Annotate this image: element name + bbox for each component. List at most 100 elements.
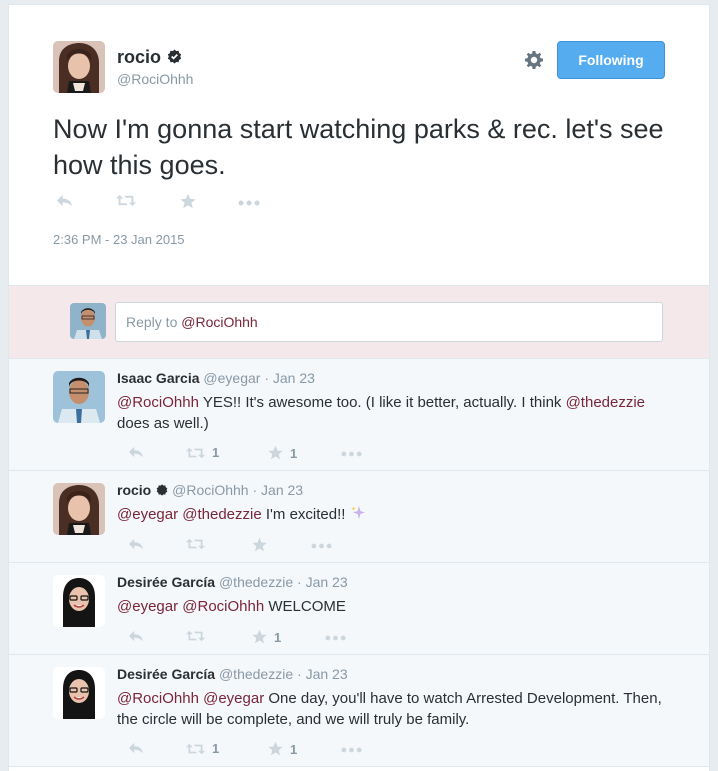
reply-text: @eyegar @thedezzie I'm excited!! bbox=[117, 504, 672, 525]
gear-icon[interactable] bbox=[524, 50, 544, 70]
favorite-action[interactable]: 1 bbox=[267, 445, 297, 461]
more-action[interactable] bbox=[341, 451, 362, 457]
retweet-icon bbox=[115, 193, 137, 208]
separator-dot: · bbox=[293, 574, 306, 590]
retweet-icon bbox=[185, 537, 206, 551]
retweet-icon bbox=[185, 629, 206, 643]
more-action[interactable] bbox=[325, 635, 346, 641]
more-icon bbox=[341, 747, 362, 753]
mention-link[interactable]: @eyegar bbox=[117, 506, 178, 523]
reply-action[interactable] bbox=[127, 629, 145, 643]
mention-link[interactable]: @thedezzie bbox=[566, 394, 645, 411]
separator-dot: · bbox=[248, 482, 262, 498]
retweet-action[interactable]: 1 bbox=[185, 445, 219, 460]
reply-mention: @RociOhhh bbox=[181, 314, 258, 330]
reply-icon bbox=[127, 629, 145, 643]
mention-link[interactable]: @RociOhhh bbox=[117, 394, 199, 411]
retweet-action[interactable]: 1 bbox=[185, 741, 219, 756]
mention-link[interactable]: @thedezzie bbox=[182, 506, 261, 523]
author-handle[interactable]: @RociOhhh bbox=[117, 71, 193, 87]
author-name-text[interactable]: rocio bbox=[117, 47, 161, 67]
reply-text: @RociOhhh @eyegar One day, you'll have t… bbox=[117, 688, 672, 730]
reply-avatar[interactable] bbox=[53, 667, 105, 719]
reply-header: Desirée García @thedezzie · Jan 23 bbox=[117, 574, 348, 590]
reply-avatar[interactable] bbox=[53, 483, 105, 535]
reply-action[interactable] bbox=[127, 537, 145, 551]
favorite-action[interactable] bbox=[251, 537, 268, 553]
reply-author-name[interactable]: Desirée García bbox=[117, 574, 215, 590]
mention-link[interactable]: @eyegar bbox=[117, 598, 178, 615]
reply-text: @eyegar @RociOhhh WELCOME bbox=[117, 596, 672, 617]
verified-badge-icon bbox=[167, 49, 182, 64]
reply-icon bbox=[55, 193, 74, 208]
favorite-action[interactable] bbox=[179, 193, 197, 210]
tweet-timestamp[interactable]: 2:36 PM - 23 Jan 2015 bbox=[53, 232, 185, 247]
reply-composer: Reply to @RociOhhh bbox=[9, 285, 709, 359]
reply-action[interactable] bbox=[127, 741, 145, 755]
retweet-count: 1 bbox=[212, 445, 220, 460]
current-user-avatar bbox=[70, 303, 106, 339]
more-icon bbox=[238, 200, 260, 206]
mention-link[interactable]: @RociOhhh bbox=[182, 598, 264, 615]
reply-date[interactable]: Jan 23 bbox=[306, 574, 348, 590]
author-avatar[interactable] bbox=[53, 41, 105, 93]
reply-icon bbox=[127, 741, 145, 755]
reply-action[interactable] bbox=[127, 445, 145, 459]
reply-header: rocio @RociOhhh · Jan 23 bbox=[117, 482, 303, 498]
author-name[interactable]: rocio bbox=[117, 47, 182, 68]
favorite-count: 1 bbox=[290, 445, 298, 461]
mention-link[interactable]: @eyegar bbox=[203, 690, 264, 707]
reply-text-part: WELCOME bbox=[264, 598, 346, 615]
reply-icon bbox=[127, 537, 145, 551]
retweet-action[interactable] bbox=[185, 537, 206, 551]
retweet-action[interactable] bbox=[115, 193, 137, 208]
sparkles-icon bbox=[350, 506, 365, 519]
following-button[interactable]: Following bbox=[557, 41, 665, 79]
favorite-star-icon bbox=[251, 537, 268, 553]
reply-avatar[interactable] bbox=[53, 371, 105, 423]
reply-input[interactable]: Reply to @RociOhhh bbox=[115, 302, 663, 342]
replies-list: Isaac Garcia @eyegar · Jan 23 @RociOhhh … bbox=[9, 359, 709, 767]
reply-avatar[interactable] bbox=[53, 575, 105, 627]
reply-author-handle[interactable]: @thedezzie bbox=[219, 666, 293, 682]
reply-text-part: One day, you'll have to watch Arrested D… bbox=[117, 690, 662, 728]
favorite-count: 1 bbox=[290, 741, 298, 757]
reply-date[interactable]: Jan 23 bbox=[306, 666, 348, 682]
favorite-count: 1 bbox=[274, 629, 282, 645]
reply-author-handle[interactable]: @eyegar bbox=[203, 370, 260, 386]
reply-item[interactable]: rocio @RociOhhh · Jan 23 @eyegar @thedez… bbox=[9, 471, 709, 563]
reply-header: Desirée García @thedezzie · Jan 23 bbox=[117, 666, 348, 682]
retweet-icon bbox=[185, 446, 206, 460]
mention-link[interactable]: @RociOhhh bbox=[117, 690, 199, 707]
more-icon bbox=[325, 635, 346, 641]
reply-date[interactable]: Jan 23 bbox=[261, 482, 303, 498]
reply-item[interactable]: Desirée García @thedezzie · Jan 23 @eyeg… bbox=[9, 563, 709, 655]
favorite-action[interactable]: 1 bbox=[251, 629, 281, 645]
reply-action[interactable] bbox=[55, 193, 74, 208]
more-action[interactable] bbox=[311, 543, 332, 549]
more-icon bbox=[341, 451, 362, 457]
separator-dot: · bbox=[293, 666, 306, 682]
reply-prefix: Reply to bbox=[126, 314, 182, 330]
reply-author-name[interactable]: rocio bbox=[117, 482, 151, 498]
favorite-star-icon bbox=[251, 629, 268, 645]
reply-author-name[interactable]: Desirée García bbox=[117, 666, 215, 682]
reply-icon bbox=[127, 445, 145, 459]
more-action[interactable] bbox=[341, 747, 362, 753]
reply-date[interactable]: Jan 23 bbox=[273, 370, 315, 386]
separator-dot: · bbox=[260, 370, 273, 386]
more-action[interactable] bbox=[238, 200, 260, 206]
reply-item[interactable]: Isaac Garcia @eyegar · Jan 23 @RociOhhh … bbox=[9, 359, 709, 471]
reply-author-name[interactable]: Isaac Garcia bbox=[117, 370, 200, 386]
reply-author-handle[interactable]: @thedezzie bbox=[219, 574, 293, 590]
favorite-action[interactable]: 1 bbox=[267, 741, 297, 757]
favorite-star-icon bbox=[267, 445, 284, 461]
tweet-card: rocio @RociOhhh Following Now I'm gonna … bbox=[8, 4, 710, 771]
retweet-icon bbox=[185, 742, 206, 756]
favorite-star-icon bbox=[267, 741, 284, 757]
reply-author-handle[interactable]: @RociOhhh bbox=[172, 482, 248, 498]
verified-badge-icon bbox=[156, 484, 168, 496]
retweet-count: 1 bbox=[212, 741, 220, 756]
retweet-action[interactable] bbox=[185, 629, 206, 643]
reply-item[interactable]: Desirée García @thedezzie · Jan 23 @Roci… bbox=[9, 655, 709, 767]
